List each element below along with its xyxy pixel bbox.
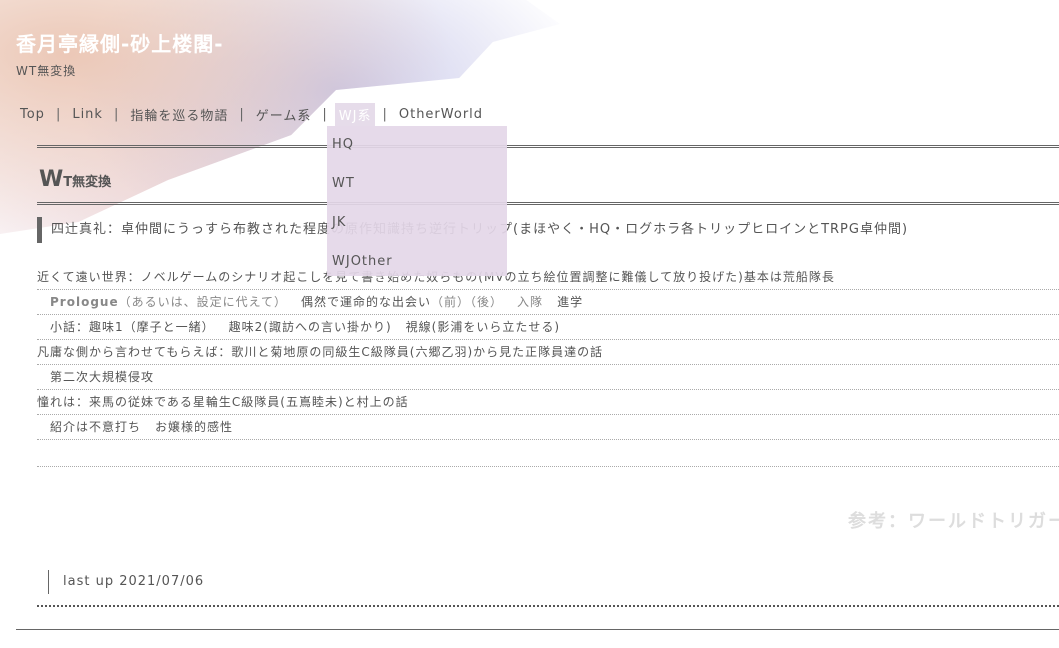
nav-item-otherworld[interactable]: OtherWorld xyxy=(395,105,487,124)
footer-rule xyxy=(16,629,1059,630)
wj-dropdown-menu: HQ WT JK WJOther xyxy=(327,126,507,276)
dropdown-item-wjother[interactable]: WJOther xyxy=(332,254,393,269)
meeting-second-link[interactable]: （後） xyxy=(470,295,503,309)
advance-link[interactable]: 進学 xyxy=(557,295,583,309)
list-item-empty xyxy=(37,440,1059,467)
site-title[interactable]: 香月亭縁側-砂上楼閣- xyxy=(16,28,224,57)
main-content: WT無変換 四辻真礼：卓仲間にうっすら布教された程度の原作知識持ち逆行トリップ(… xyxy=(37,145,1059,467)
meeting-label: 偶然で運命的な出会い xyxy=(301,295,432,309)
list-item: 憧れは：来馬の従妹である星輪生C級隊員(五嶌睦未)と村上の話 xyxy=(37,390,1059,415)
main-nav: Top | Link | 指輪を巡る物語 | ゲーム系 | WJ系 | Othe… xyxy=(16,103,487,126)
dropdown-item-jk[interactable]: JK xyxy=(332,215,346,230)
list-item: 近くて遠い世界：ノベルゲームのシナリオ起こしを見て書き始めた奴らもの(MVの立ち… xyxy=(37,265,1059,290)
nav-item-wj[interactable]: WJ系 xyxy=(334,103,376,126)
hobby1-link[interactable]: 小話：趣味1（摩子と一緒） xyxy=(50,320,215,334)
nav-separator: | xyxy=(322,107,328,122)
nav-separator: | xyxy=(239,107,245,122)
story-list: 近くて遠い世界：ノベルゲームのシナリオ起こしを見て書き始めた奴らもの(MVの立ち… xyxy=(37,265,1059,467)
dropdown-item-hq[interactable]: HQ xyxy=(332,137,354,152)
gaze-link[interactable]: 視線(影浦をいら立たせる) xyxy=(406,320,560,334)
heading-bottom-rule xyxy=(37,202,1059,205)
lady-sense-link[interactable]: お嬢様的感性 xyxy=(155,420,233,434)
reference-note: 参考：ワールドトリガー xyxy=(848,511,1059,532)
list-item: Prologue（あるいは、設定に代えて） 偶然で運命的な出会い（前）（後） 入隊進… xyxy=(37,290,1059,315)
dropdown-item-wt[interactable]: WT xyxy=(332,176,355,191)
list-item: 紹介は不意打ち お嬢様的感性 xyxy=(37,415,1059,440)
nav-item-link[interactable]: Link xyxy=(68,105,107,124)
nav-separator: | xyxy=(113,107,120,122)
prologue-link[interactable]: Prologue xyxy=(50,295,119,309)
page-title: WT無変換 xyxy=(39,156,1059,194)
list-item: 小話：趣味1（摩子と一緒） 趣味2(諏訪への言い掛かり) 視線(影浦をいら立たせる) xyxy=(37,315,1059,340)
nav-item-ring-story[interactable]: 指輪を巡る物語 xyxy=(126,103,232,126)
join-link[interactable]: 入隊 xyxy=(517,295,543,309)
list-item: 凡庸な側から言わせてもらえば：歌川と菊地原の同級生C級隊員(六郷乙羽)から見た正… xyxy=(37,340,1059,365)
nav-separator: | xyxy=(55,107,62,122)
site-subtitle: WT無変換 xyxy=(16,64,77,78)
nav-item-top[interactable]: Top xyxy=(16,105,49,124)
last-updated: last up 2021/07/06 xyxy=(48,570,204,594)
meeting-first-link[interactable]: （前） xyxy=(431,295,470,309)
introduction-link[interactable]: 紹介は不意打ち xyxy=(50,420,141,434)
footer-dotted-rule xyxy=(37,605,1059,607)
page-title-initial: W xyxy=(39,167,64,192)
heading-top-rule xyxy=(37,145,1059,148)
nav-item-game[interactable]: ゲーム系 xyxy=(252,103,316,126)
list-item[interactable]: 第二次大規模侵攻 xyxy=(37,365,1059,390)
nav-separator: | xyxy=(382,107,388,122)
hobby2-link[interactable]: 趣味2(諏訪への言い掛かり) xyxy=(229,320,392,334)
page-title-rest: T無変換 xyxy=(63,175,112,190)
prologue-note: （あるいは、設定に代えて） xyxy=(118,295,287,309)
